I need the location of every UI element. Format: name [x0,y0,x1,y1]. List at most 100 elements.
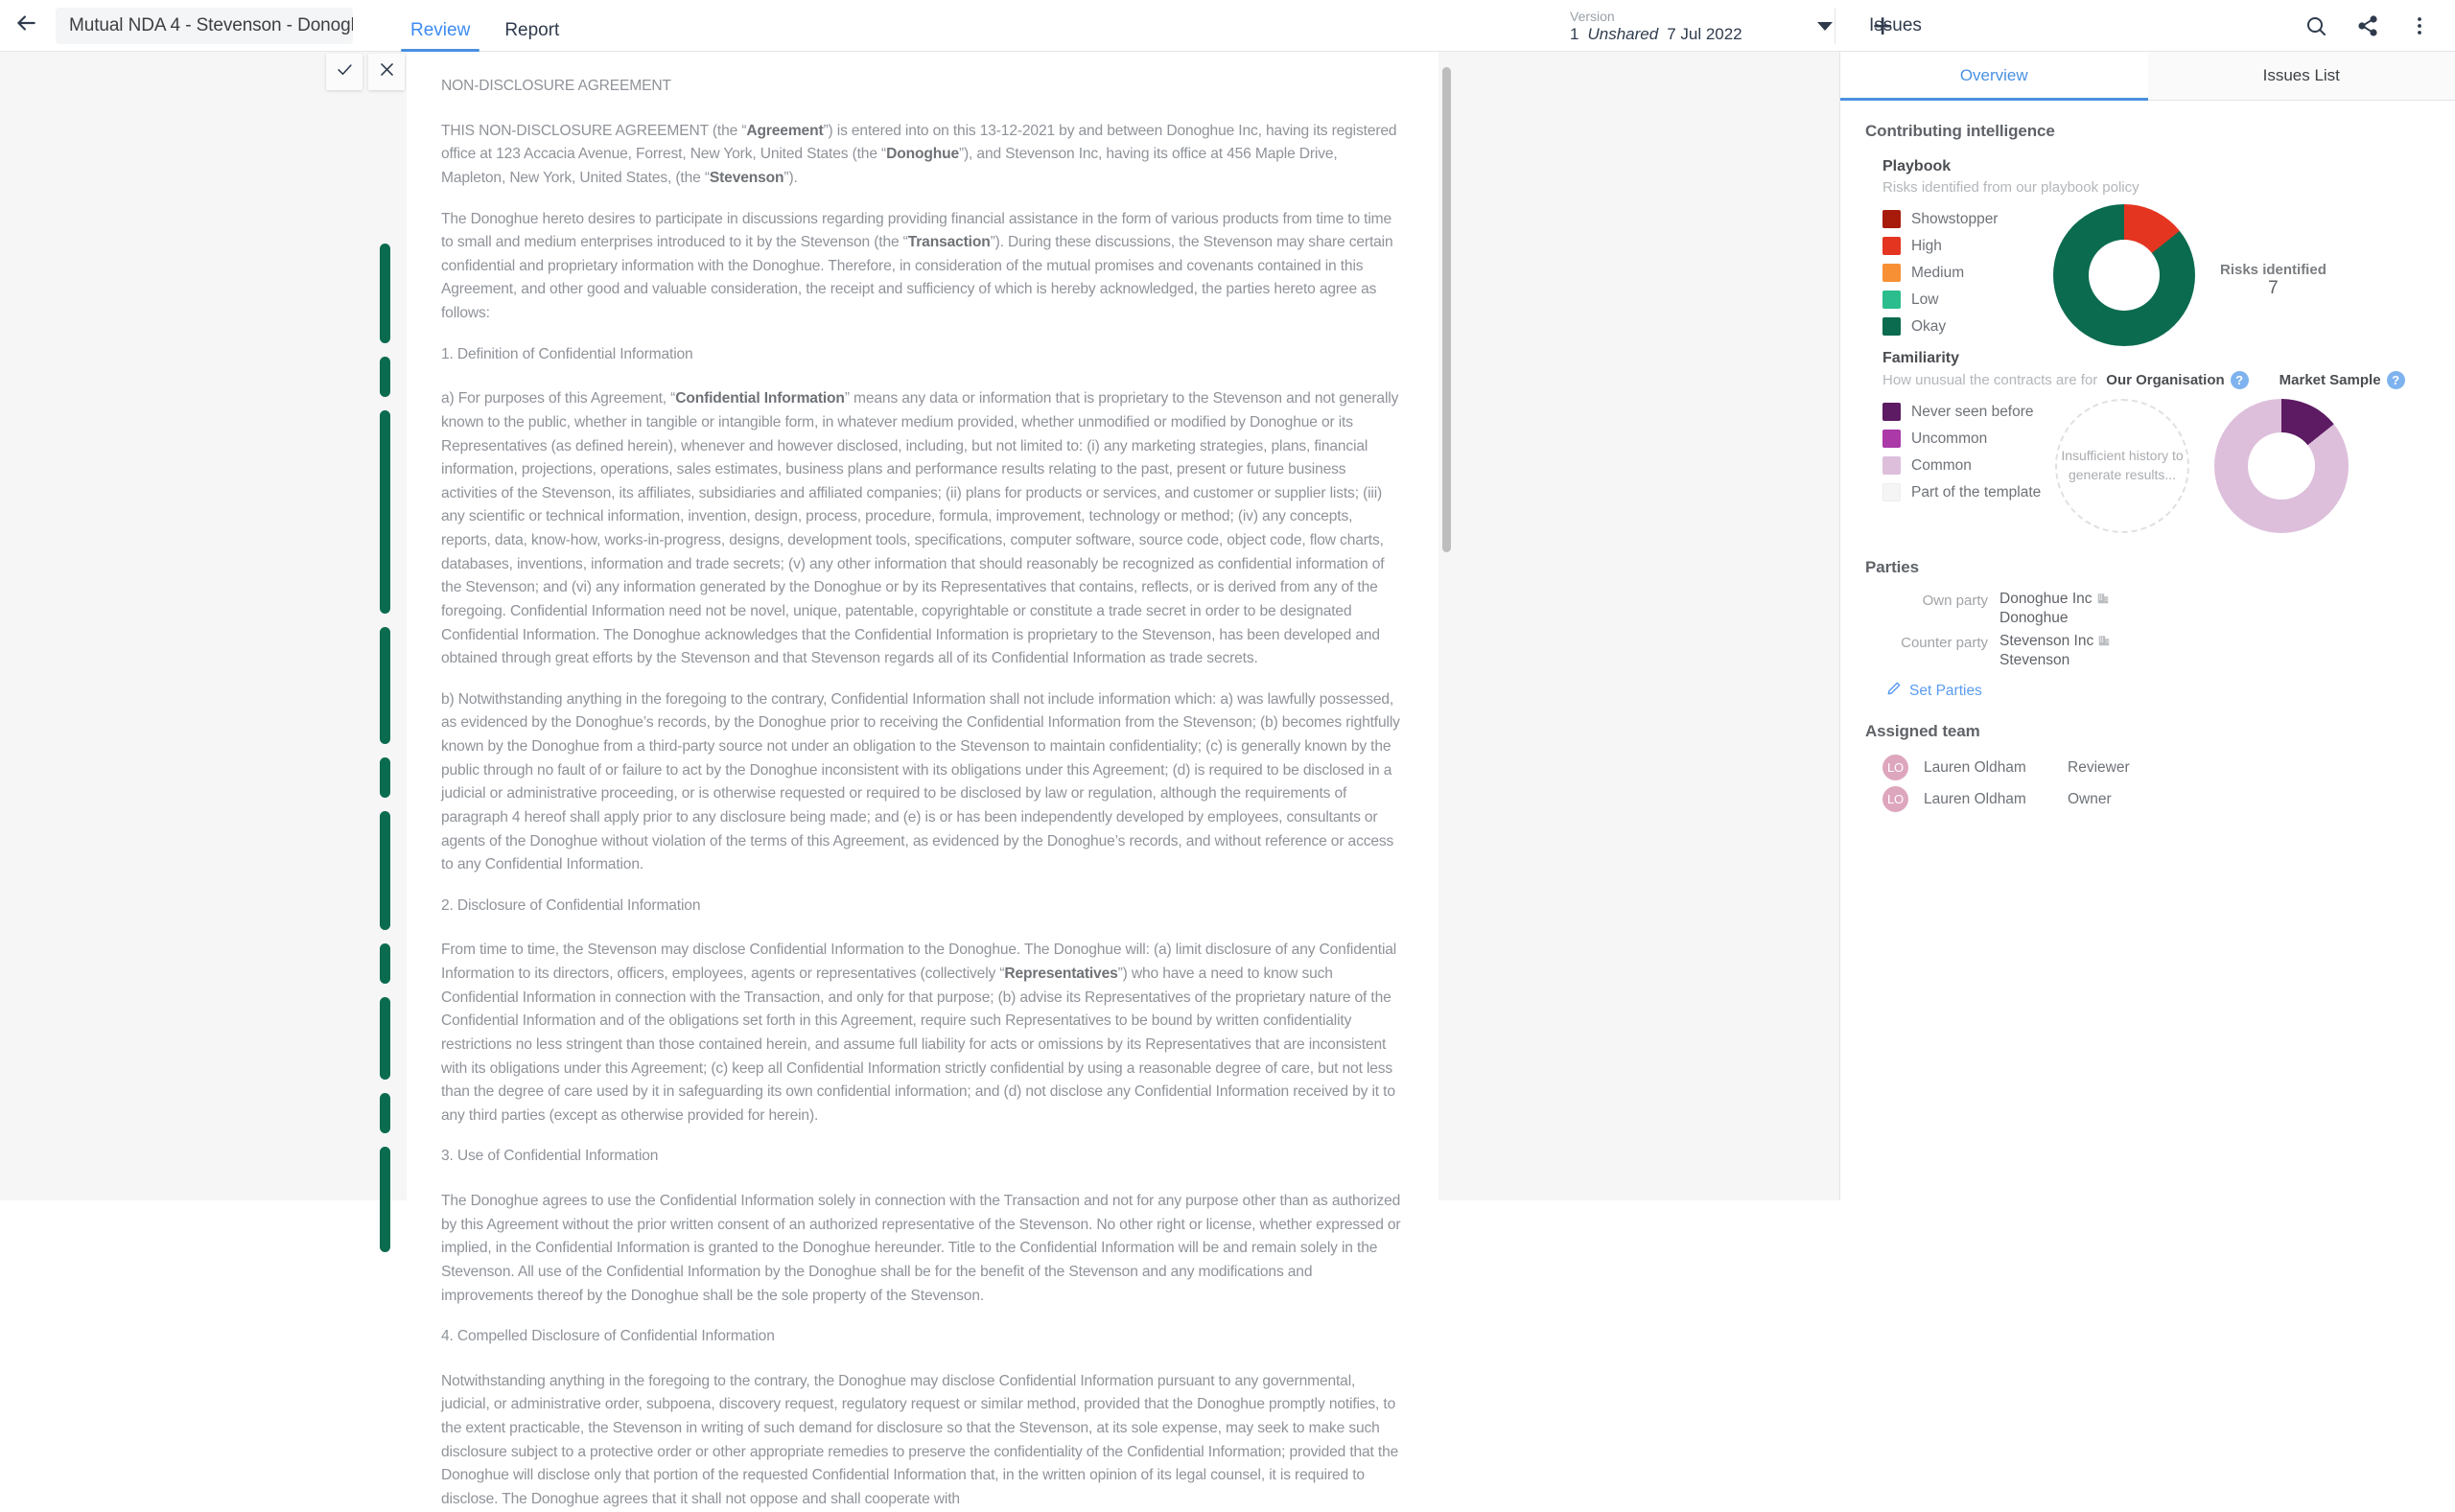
tab-review[interactable]: Review [393,21,487,52]
change-marker[interactable] [380,757,390,798]
playbook-title: Playbook [1882,158,2430,175]
legend-label: Medium [1911,265,1964,282]
parties-rows: Own partyDonoghue IncDonoghueCounter par… [1865,591,2430,669]
party-short-name: Stevenson [1999,652,2111,669]
avatar: LO [1882,786,1908,812]
team-member-name: Lauren Oldham [1924,791,2068,808]
familiarity-col-our-organisation: Our Organisation [2106,372,2224,388]
document-body: THIS NON-DISCLOSURE AGREEMENT (the “Agre… [441,120,1404,1512]
team-member-name: Lauren Oldham [1924,759,2068,777]
change-actions [326,54,405,90]
main-tabs: Review Report [393,0,576,52]
tab-overview[interactable]: Overview [1840,52,2148,100]
party-company: Stevenson Inc [1999,633,2111,652]
legend-swatch [1882,237,1901,255]
playbook-section: Playbook Risks identified from our playb… [1865,158,2430,346]
document-pane: NON-DISCLOSURE AGREEMENT THIS NON-DISCLO… [0,52,1839,1200]
tab-issues-list[interactable]: Issues List [2148,52,2455,100]
search-icon[interactable] [2294,4,2338,48]
parties-section: Parties Own partyDonoghue IncDonoghueCou… [1865,558,2430,701]
help-circle-icon-own[interactable]: ? [2231,371,2249,389]
familiarity-legend-item: Never seen before [1882,403,2055,421]
playbook-legend-item: Okay [1882,317,2053,336]
party-short-name: Donoghue [1999,610,2110,627]
legend-label: Common [1911,457,1972,475]
familiarity-legend: Never seen before Uncommon Common Part of t… [1882,401,2055,510]
legend-label: Never seen before [1911,404,2034,421]
building-icon [2096,592,2110,610]
accept-change-button[interactable] [326,54,362,90]
risks-identified-label: Risks identified [2220,262,2326,278]
change-marker[interactable] [380,357,390,397]
party-company: Donoghue Inc [1999,591,2110,610]
familiarity-legend-item: Uncommon [1882,430,2055,448]
version-date: 7 Jul 2022 [1667,25,1742,44]
change-marker[interactable] [380,244,390,343]
playbook-legend-item: High [1882,237,2053,255]
document-heading: NON-DISCLOSURE AGREEMENT [441,75,1404,99]
market-sample-donut-chart [2214,399,2349,533]
side-panel-body: Contributing intelligence Playbook Risks… [1840,101,2455,812]
playbook-legend-item: Medium [1882,264,2053,282]
playbook-legend-item: Low [1882,291,2053,309]
issues-link[interactable]: Issues [1869,0,1922,52]
legend-label: Showstopper [1911,211,1998,228]
familiarity-col-market-sample: Market Sample [2280,372,2381,388]
party-values: Stevenson IncStevenson [1999,633,2111,669]
tab-report[interactable]: Report [487,21,576,52]
side-panel-tabs: Overview Issues List [1840,52,2455,101]
document-title-input[interactable]: Mutual NDA 4 - Stevenson - Donoghue [56,8,353,44]
document-scrollbar[interactable] [1438,52,1454,1200]
party-row: Own party Donoghue IncDonoghue [1865,591,2430,627]
scrollbar-thumb[interactable] [1442,67,1451,552]
legend-swatch [1882,430,1901,448]
risks-identified-block: Risks identified 7 [2220,208,2326,299]
reject-change-button[interactable] [368,54,405,90]
change-marker[interactable] [380,811,390,930]
version-block: Version 1 Unshared 7 Jul 2022 [1570,8,1742,45]
share-icon[interactable] [2346,4,2390,48]
donut-hole [2248,432,2315,500]
document-clause-heading: 3. Use of Confidential Information [441,1145,1404,1169]
risks-identified-count: 7 [2220,278,2326,299]
avatar: LO [1882,755,1908,780]
playbook-donut-chart [2053,204,2195,346]
document-clause-heading: 4. Compelled Disclosure of Confidential … [441,1325,1404,1349]
change-marker[interactable] [380,410,390,614]
our-organisation-donut-empty: Insufficient history to generate results… [2055,399,2189,533]
back-button[interactable] [0,0,52,52]
chevron-down-icon[interactable] [1817,22,1833,31]
party-label: Own party [1865,591,1988,627]
document-paragraph: b) Notwithstanding anything in the foreg… [441,688,1404,877]
help-circle-icon-market[interactable]: ? [2387,371,2405,389]
team-member-row[interactable]: LOLauren OldhamReviewer [1882,755,2430,780]
change-marker[interactable] [380,627,390,744]
contributing-intelligence-title: Contributing intelligence [1865,122,2430,141]
legend-swatch [1882,403,1901,421]
familiarity-legend-item: Part of the template [1882,483,2055,501]
version-shared-state: Unshared [1587,25,1658,44]
assigned-team-rows: LOLauren OldhamReviewerLOLauren OldhamOw… [1882,755,2430,812]
team-member-row[interactable]: LOLauren OldhamOwner [1882,786,2430,812]
legend-label: High [1911,238,1942,255]
document-paragraph: From time to time, the Stevenson may dis… [441,939,1404,1128]
document-paragraph: Notwithstanding anything in the foregoin… [441,1370,1404,1512]
playbook-legend: Showstopper High Medium Low Okay [1882,208,2053,344]
parties-title: Parties [1865,558,2430,577]
pencil-icon [1886,681,1902,701]
more-vertical-icon[interactable] [2397,4,2442,48]
assigned-team-section: Assigned team LOLauren OldhamReviewerLOL… [1865,722,2430,812]
set-parties-button[interactable]: Set Parties [1886,681,2430,701]
version-selector[interactable]: Version 1 Unshared 7 Jul 2022 + [1570,0,1893,52]
change-marker[interactable] [380,1093,390,1133]
top-bar: Mutual NDA 4 - Stevenson - Donoghue Revi… [0,0,2455,52]
change-marker[interactable] [380,997,390,1080]
change-marker[interactable] [380,1147,390,1252]
change-marker[interactable] [380,943,390,984]
change-marker-gutter [372,52,407,1200]
legend-swatch [1882,456,1901,475]
document-page[interactable]: NON-DISCLOSURE AGREEMENT THIS NON-DISCLO… [407,52,1438,1200]
document-paragraph: The Donoghue agrees to use the Confident… [441,1190,1404,1308]
assigned-team-title: Assigned team [1865,722,2430,741]
top-bar-actions [2294,0,2442,52]
